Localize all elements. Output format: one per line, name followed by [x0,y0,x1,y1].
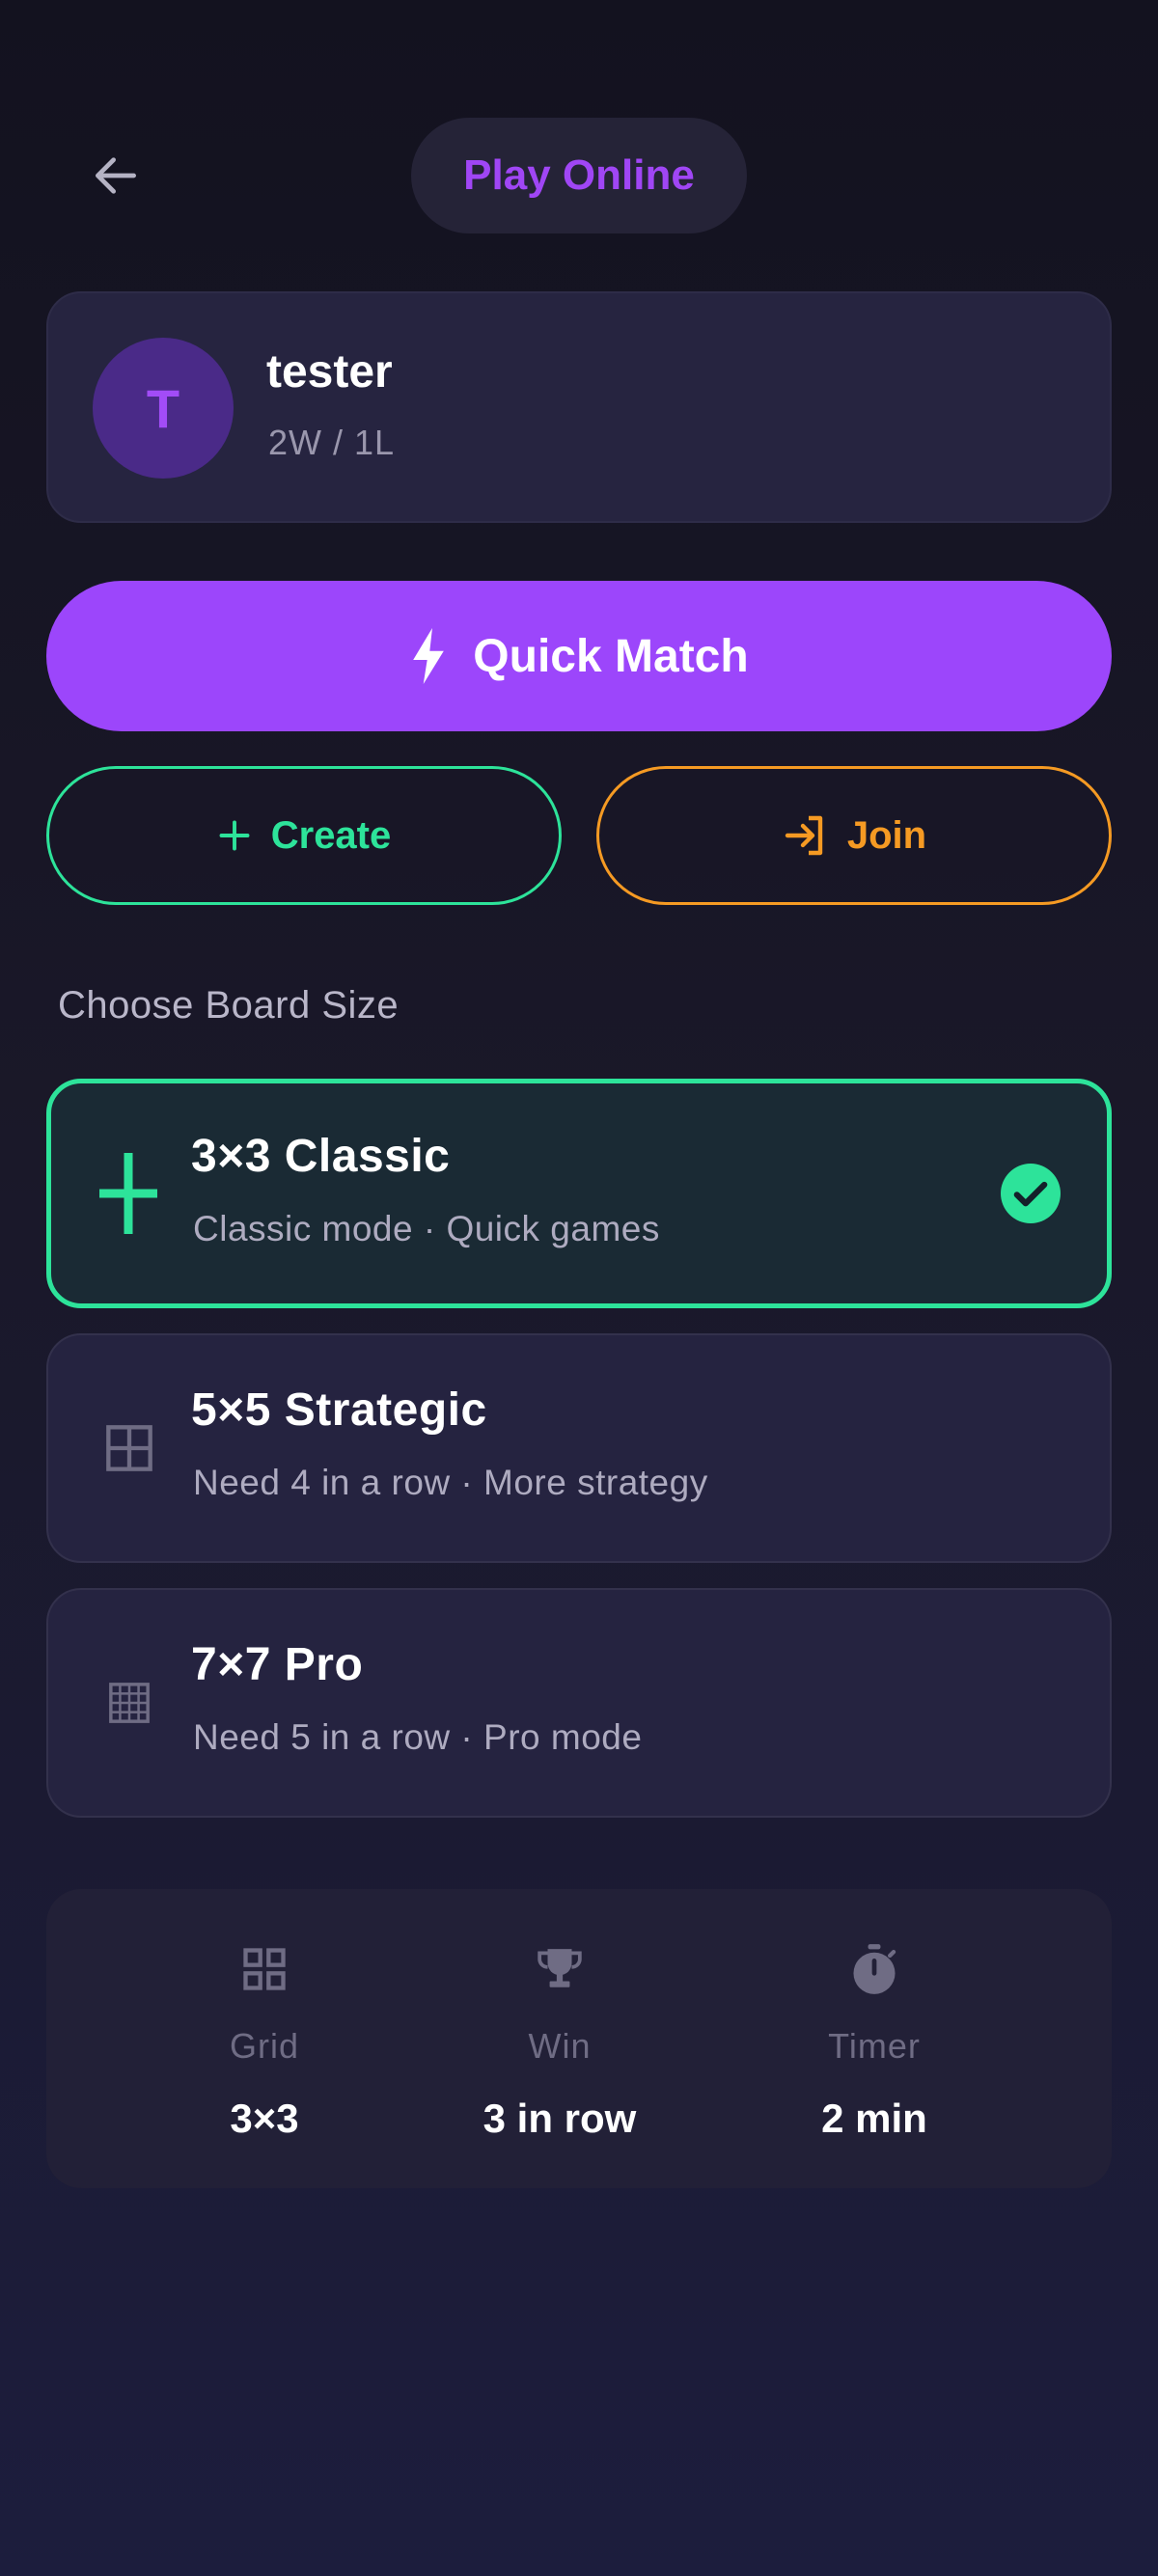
board-option-description: Classic mode · Quick games [193,1209,660,1248]
create-button[interactable]: Create [46,766,562,905]
board-option-5x5[interactable]: 5×5 Strategic Need 4 in a row · More str… [46,1333,1112,1563]
game-info-card: Grid 3×3 Win 3 in row Timer 2 min [46,1889,1112,2188]
info-label: Win [528,2026,592,2066]
info-grid: Grid 3×3 [149,1937,380,2142]
join-label: Join [846,813,927,857]
info-timer: Timer 2 min [758,1937,990,2142]
login-icon [785,815,823,856]
info-value: 3 in row [482,2096,637,2141]
info-value: 2 min [821,2096,927,2141]
avatar: T [93,338,234,479]
join-button[interactable]: Join [596,766,1112,905]
board-option-7x7[interactable]: 7×7 Pro Need 5 in a row · Pro mode [46,1588,1112,1818]
grid-dense-icon [91,1664,168,1741]
info-value: 3×3 [230,2096,299,2141]
board-option-description: Need 5 in a row · Pro mode [193,1717,643,1757]
arrow-left-icon [96,157,137,194]
profile-name: tester [266,346,393,397]
board-option-title: 7×7 Pro [191,1639,364,1690]
grid-icon [239,1937,290,2001]
board-size-label: Choose Board Size [58,984,400,1027]
back-button[interactable] [77,145,154,206]
grid-2x2-icon [91,1410,168,1487]
create-label: Create [270,813,392,857]
board-option-title: 3×3 Classic [191,1131,451,1182]
stopwatch-icon [849,1937,899,2001]
profile-card: T tester 2W / 1L [46,291,1112,523]
board-option-description: Need 4 in a row · More strategy [193,1463,708,1502]
trophy-icon [536,1937,584,2001]
quick-match-label: Quick Match [473,630,749,682]
plus-icon [219,820,250,851]
quick-match-button[interactable]: Quick Match [46,581,1112,731]
board-option-3x3[interactable]: 3×3 Classic Classic mode · Quick games [46,1079,1112,1308]
page-title: Play Online [411,118,747,233]
plus-icon [90,1153,167,1234]
lightning-icon [413,628,445,684]
profile-record: 2W / 1L [268,423,396,462]
info-label: Timer [828,2026,921,2066]
info-label: Grid [229,2026,299,2066]
check-circle-icon [1001,1164,1061,1223]
board-option-title: 5×5 Strategic [191,1384,487,1436]
info-win: Win 3 in row [444,1937,676,2142]
